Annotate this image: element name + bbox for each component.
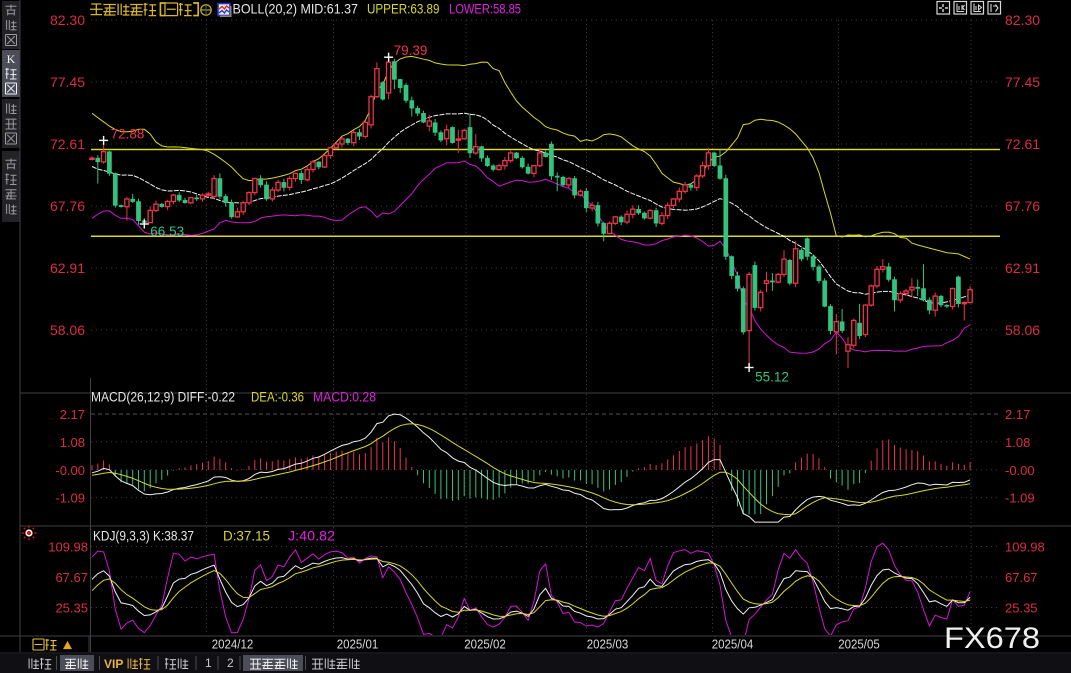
svg-text:2024/12: 2024/12 [212,637,254,652]
svg-text:62.91: 62.91 [50,260,85,276]
svg-text:MACD(26,12,9) DIFF:-0.22: MACD(26,12,9) DIFF:-0.22 [91,390,235,405]
svg-text:2025/02: 2025/02 [464,637,506,652]
svg-text:UPPER:63.89: UPPER:63.89 [367,1,440,17]
svg-text:VIP: VIP [104,657,123,671]
svg-text:-1.09: -1.09 [1005,491,1035,506]
svg-text:2.17: 2.17 [60,407,85,422]
svg-text:KDJ(9,3,3) K:38.37: KDJ(9,3,3) K:38.37 [93,529,194,544]
svg-text:25.35: 25.35 [1005,601,1038,616]
svg-text:82.30: 82.30 [50,12,85,28]
svg-text:1.08: 1.08 [1005,435,1030,450]
svg-text:62.91: 62.91 [1005,260,1040,276]
svg-text:72.88: 72.88 [111,126,145,141]
svg-text:77.45: 77.45 [1005,74,1040,90]
svg-text:82.30: 82.30 [1005,12,1040,28]
svg-text:DEA:-0.36: DEA:-0.36 [251,390,304,405]
svg-text:K: K [7,52,16,66]
svg-text:2025/04: 2025/04 [712,637,754,652]
svg-text:77.45: 77.45 [50,74,85,90]
svg-text:67.67: 67.67 [1005,570,1038,585]
svg-text:-0.00: -0.00 [1005,463,1035,478]
svg-text:2025/01: 2025/01 [337,637,379,652]
svg-text:67.76: 67.76 [1005,198,1040,214]
svg-text:25.35: 25.35 [55,601,88,616]
svg-text:BOLL(20,2) MID:61.37: BOLL(20,2) MID:61.37 [233,1,359,17]
svg-text:D:37.15: D:37.15 [223,529,270,544]
svg-text:66.53: 66.53 [150,224,184,239]
svg-text:J:40.82: J:40.82 [288,529,335,544]
svg-text:58.06: 58.06 [1005,322,1040,338]
svg-text:2025/05: 2025/05 [838,637,880,652]
svg-text:67.76: 67.76 [50,198,85,214]
svg-text:FX678: FX678 [944,622,1040,655]
svg-text:72.61: 72.61 [1005,136,1040,152]
svg-text:79.39: 79.39 [394,43,428,58]
svg-text:72.61: 72.61 [50,136,85,152]
svg-text:LOWER:58.85: LOWER:58.85 [449,1,521,17]
svg-text:1.08: 1.08 [60,435,85,450]
svg-text:55.12: 55.12 [755,370,789,385]
svg-text:-1.09: -1.09 [55,491,85,506]
svg-text:-0.00: -0.00 [55,463,85,478]
svg-text:67.67: 67.67 [55,570,88,585]
svg-text:MACD:0.28: MACD:0.28 [313,390,376,405]
svg-text:109.98: 109.98 [1005,540,1045,555]
svg-text:2025/03: 2025/03 [587,637,629,652]
svg-text:58.06: 58.06 [50,322,85,338]
svg-text:2.17: 2.17 [1005,407,1030,422]
svg-text:2: 2 [227,656,234,670]
svg-text:1: 1 [205,656,212,670]
svg-text:109.98: 109.98 [48,540,88,555]
